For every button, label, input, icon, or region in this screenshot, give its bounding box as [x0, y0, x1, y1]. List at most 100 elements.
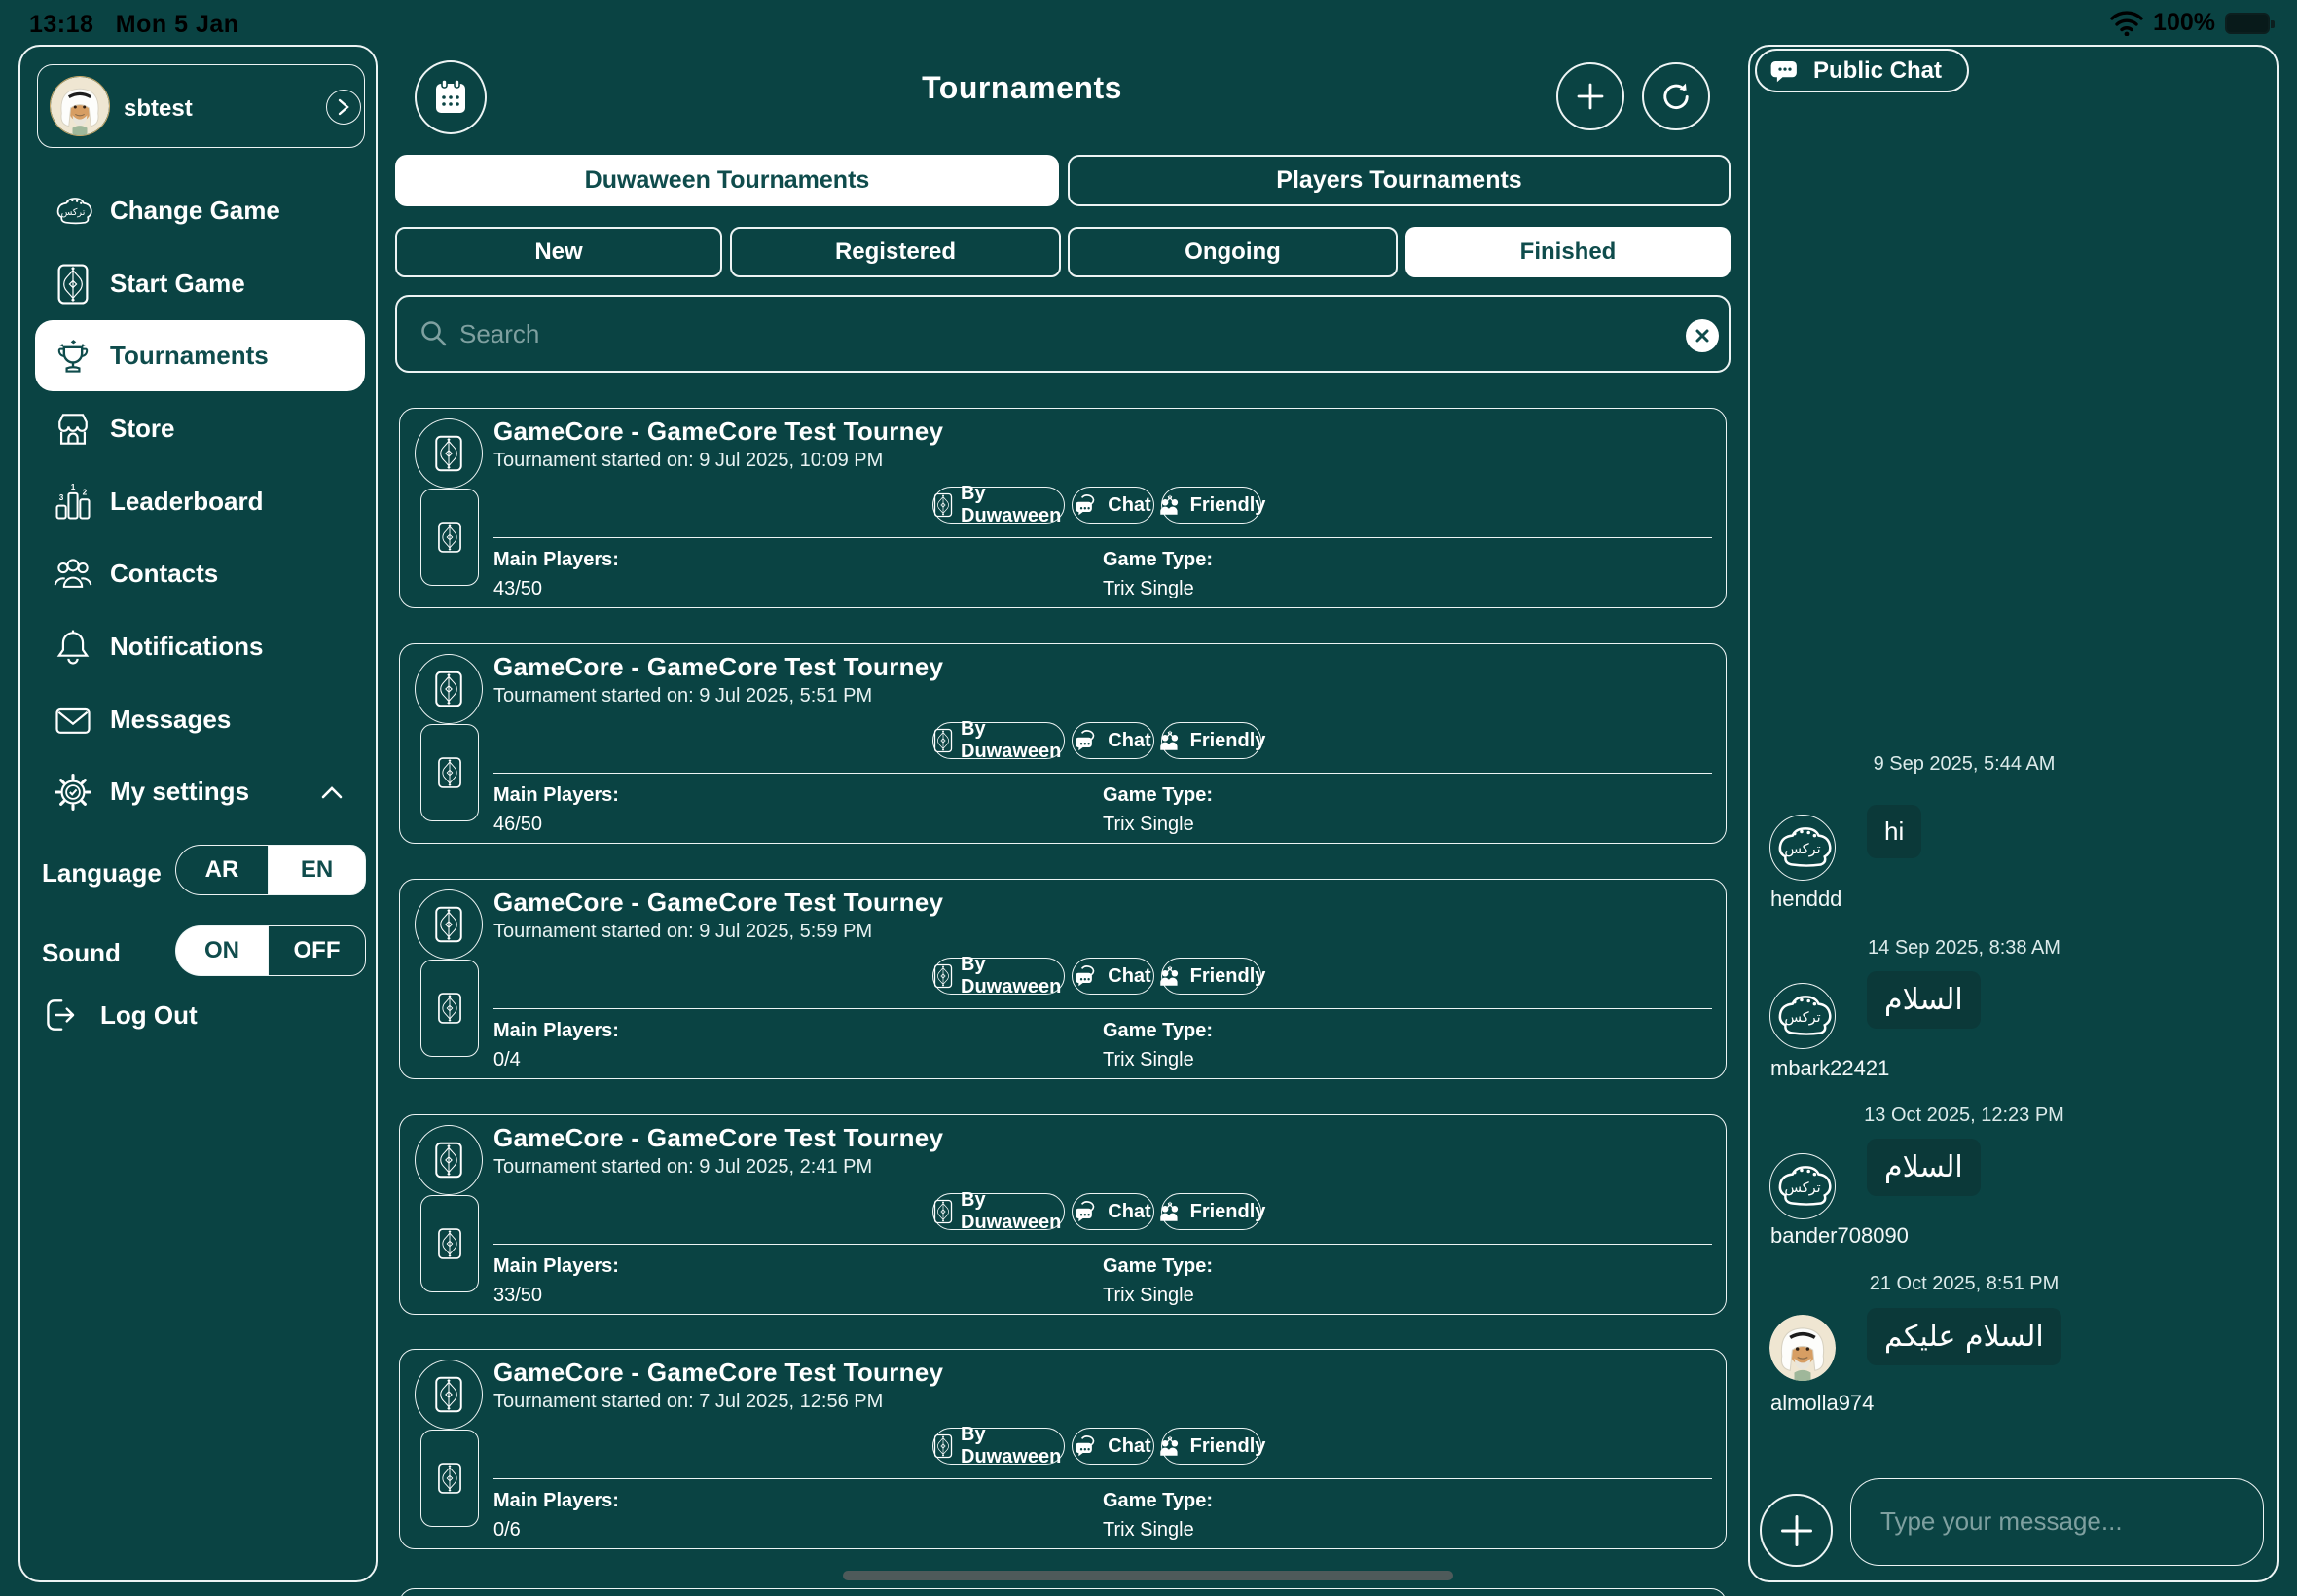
main-players-value: 33/50 — [493, 1285, 1103, 1307]
language-label: Language — [42, 858, 162, 889]
chat-add-button[interactable] — [1760, 1494, 1833, 1567]
profile-expand-button[interactable] — [326, 90, 361, 125]
badge-label: By Duwaween — [961, 483, 1064, 527]
language-option-ar[interactable]: AR — [175, 845, 268, 895]
tournament-start-date: Tournament started on: 9 Jul 2025, 2:41 … — [493, 1156, 872, 1179]
tab-players-tournaments[interactable]: Players Tournaments — [1068, 155, 1731, 206]
username: sbtest — [124, 95, 193, 123]
badge-label: Chat — [1108, 1201, 1150, 1223]
sidebar-item-tournaments[interactable]: Tournaments — [35, 320, 365, 391]
chat-message-input[interactable] — [1880, 1489, 2236, 1553]
avatar[interactable] — [1769, 1315, 1836, 1381]
avatar[interactable] — [1769, 1153, 1836, 1219]
add-tournament-button[interactable] — [1556, 62, 1624, 130]
divider — [493, 537, 1712, 538]
sidebar-item-notifications[interactable]: Notifications — [35, 611, 365, 682]
horizontal-scrollbar[interactable] — [843, 1571, 1453, 1580]
tab-label: Players Tournaments — [1276, 166, 1521, 195]
tournament-card[interactable]: GameCore - GameCore Test Tourney Tournam… — [399, 879, 1727, 1079]
user-card[interactable]: sbtest — [37, 64, 365, 148]
page-title: Tournaments — [681, 70, 1363, 106]
tournament-card[interactable]: GameCore - GameCore Test Tourney Tournam… — [399, 408, 1727, 608]
badge-label: Friendly — [1190, 1201, 1266, 1223]
sound-option-off[interactable]: OFF — [268, 925, 366, 976]
chevron-right-icon — [336, 97, 351, 117]
tab-label: Duwaween Tournaments — [585, 166, 870, 195]
public-chat-header[interactable]: Public Chat — [1755, 49, 1969, 92]
refresh-button[interactable] — [1642, 62, 1710, 130]
badge-label: By Duwaween — [961, 954, 1064, 998]
status-bar: 13:18 Mon 5 Jan 100% — [0, 0, 2297, 45]
divider — [493, 1244, 1712, 1245]
tournament-title: GameCore - GameCore Test Tourney — [493, 1358, 943, 1388]
main-players-value: 0/4 — [493, 1049, 1103, 1071]
plus-icon — [1778, 1512, 1815, 1549]
sidebar-item-change-game[interactable]: Change Game — [35, 175, 365, 246]
chat-bubble-icon — [1770, 57, 1800, 85]
language-option-en[interactable]: EN — [268, 845, 366, 895]
sidebar-item-label: Notifications — [110, 632, 263, 662]
game-type-label: Game Type: — [1103, 1490, 1712, 1512]
close-icon — [1695, 328, 1710, 344]
sidebar-item-label: Tournaments — [110, 341, 269, 371]
tournament-card[interactable]: GameCore - GameCore Test Tourney Tournam… — [399, 1114, 1727, 1315]
main-players-label: Main Players: — [493, 784, 1103, 807]
divider — [493, 1478, 1712, 1479]
filter-ongoing[interactable]: Ongoing — [1068, 227, 1398, 277]
game-type-value: Trix Single — [1103, 1049, 1712, 1071]
badge-chat: Chat — [1072, 1193, 1154, 1230]
battery-percent: 100% — [2153, 9, 2215, 37]
message-timestamp: 13 Oct 2025, 12:23 PM — [1769, 1105, 2159, 1127]
game-type-value: Trix Single — [1103, 814, 1712, 836]
app-screen: 13:18 Mon 5 Jan 100% sbtest Change Game … — [0, 0, 2297, 1596]
tournament-logo-frame — [415, 1360, 483, 1430]
tournament-card[interactable]: GameCore - GameCore Test Tourney Tournam… — [399, 1349, 1727, 1549]
tab-duwaween-tournaments[interactable]: Duwaween Tournaments — [395, 155, 1059, 206]
game-type-label: Game Type: — [1103, 1020, 1712, 1042]
calendar-button[interactable] — [415, 60, 487, 134]
game-type-value: Trix Single — [1103, 1519, 1712, 1542]
chat-message-bubble: السلام عليكم — [1867, 1308, 2061, 1365]
game-type-label: Game Type: — [1103, 549, 1712, 571]
filter-finished[interactable]: Finished — [1405, 227, 1731, 277]
main-players-label: Main Players: — [493, 1255, 1103, 1278]
filter-label: Registered — [835, 238, 956, 266]
search-input[interactable] — [459, 303, 1666, 365]
status-right: 100% — [2110, 9, 2270, 37]
sidebar-item-leaderboard[interactable]: Leaderboard — [35, 466, 365, 537]
badge-label: Friendly — [1190, 730, 1266, 752]
badge-chat: Chat — [1072, 487, 1154, 524]
tournament-title: GameCore - GameCore Test Tourney — [493, 417, 943, 447]
tournament-start-date: Tournament started on: 7 Jul 2025, 12:56… — [493, 1391, 883, 1413]
logout-button[interactable]: Log Out — [42, 994, 198, 1036]
avatar[interactable] — [1769, 815, 1836, 881]
sound-option-on[interactable]: ON — [175, 925, 268, 976]
refresh-icon — [1658, 78, 1695, 115]
sidebar-item-contacts[interactable]: Contacts — [35, 538, 365, 609]
filter-new[interactable]: New — [395, 227, 722, 277]
badge-by-duwaween: By Duwaween — [932, 958, 1065, 995]
badge-by-duwaween: By Duwaween — [932, 487, 1065, 524]
search-clear-button[interactable] — [1686, 319, 1719, 352]
chat-username: henddd — [1770, 887, 1841, 912]
badge-by-duwaween: By Duwaween — [932, 1193, 1065, 1230]
battery-icon — [2225, 13, 2270, 34]
main-players-value: 46/50 — [493, 814, 1103, 836]
game-type-label: Game Type: — [1103, 1255, 1712, 1278]
sidebar-item-label: Change Game — [110, 196, 280, 226]
sidebar-item-store[interactable]: Store — [35, 393, 365, 464]
game-card-tile — [420, 724, 479, 821]
filter-registered[interactable]: Registered — [730, 227, 1061, 277]
tournament-start-date: Tournament started on: 9 Jul 2025, 10:09… — [493, 450, 883, 472]
sidebar-item-my-settings[interactable]: My settings — [35, 756, 365, 827]
tournament-start-date: Tournament started on: 9 Jul 2025, 5:51 … — [493, 685, 872, 707]
sidebar-item-start-game[interactable]: Start Game — [35, 248, 365, 319]
avatar[interactable] — [1769, 983, 1836, 1049]
status-time-date: 13:18 Mon 5 Jan — [29, 11, 239, 39]
logout-icon — [42, 994, 85, 1036]
filter-label: New — [534, 238, 582, 266]
store-icon — [51, 407, 95, 452]
badge-chat: Chat — [1072, 958, 1154, 995]
sidebar-item-messages[interactable]: Messages — [35, 684, 365, 755]
tournament-card[interactable]: GameCore - GameCore Test Tourney Tournam… — [399, 643, 1727, 844]
